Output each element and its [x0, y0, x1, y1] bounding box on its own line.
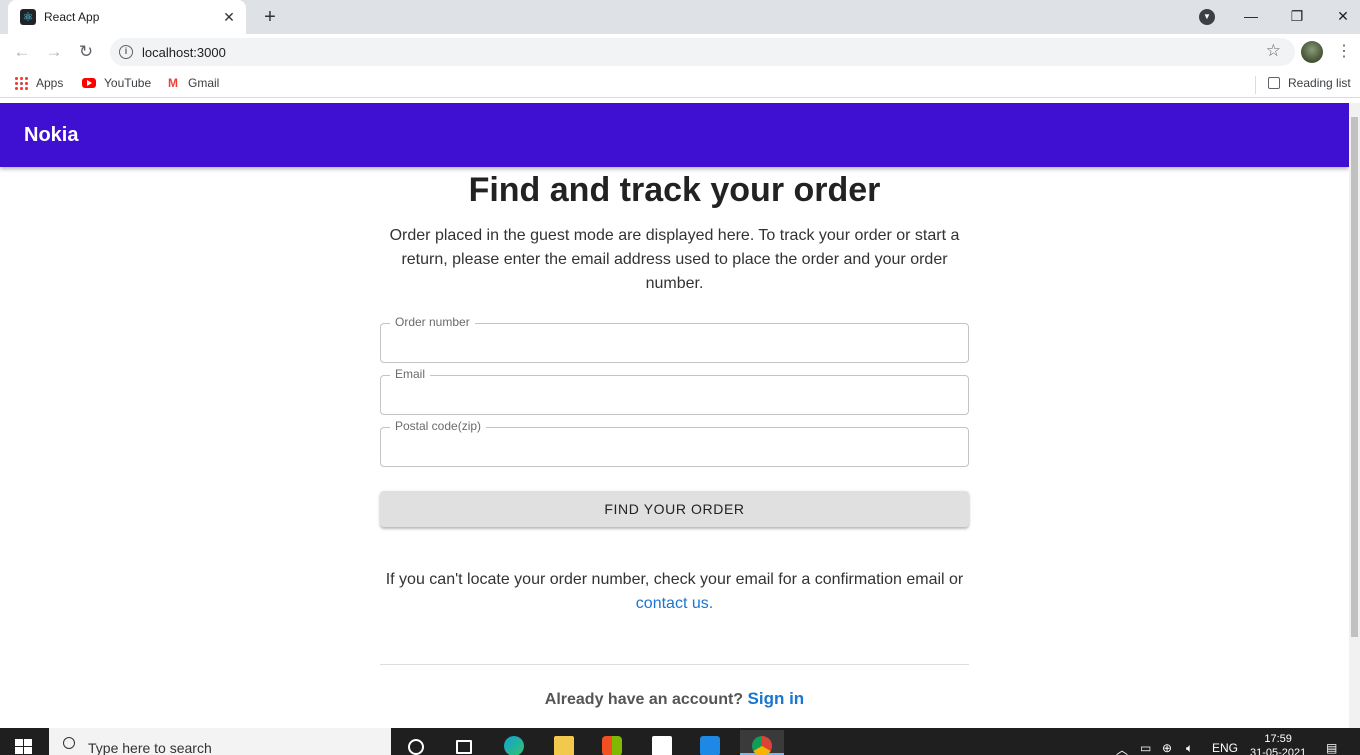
postal-code-label: Postal code(zip): [390, 419, 487, 433]
close-tab-icon[interactable]: ✕: [220, 8, 238, 26]
bookmark-star-icon[interactable]: ☆: [1266, 41, 1281, 61]
order-number-input[interactable]: [395, 334, 955, 354]
close-window-icon[interactable]: ✕: [1328, 4, 1358, 28]
brand-logo[interactable]: Nokia: [24, 124, 78, 147]
scrollbar-thumb[interactable]: [1351, 117, 1358, 637]
clock-date: 31-05-2021: [1250, 747, 1307, 755]
edge-icon[interactable]: [496, 730, 532, 755]
address-bar[interactable]: i localhost:3000 ☆: [110, 38, 1295, 66]
reading-list-icon: [1268, 77, 1280, 89]
page-description: Order placed in the guest mode are displ…: [389, 227, 960, 292]
back-arrow-icon[interactable]: ←: [10, 40, 34, 64]
taskbar-search-placeholder: Type here to search: [88, 740, 212, 755]
notifications-icon[interactable]: ▤: [1326, 741, 1337, 755]
restore-icon[interactable]: ❐: [1282, 4, 1312, 28]
email-input[interactable]: [395, 386, 955, 406]
bookmark-youtube[interactable]: YouTube: [82, 76, 151, 90]
browser-menu-icon[interactable]: ⋮: [1336, 40, 1352, 64]
forward-arrow-icon[interactable]: →: [42, 40, 66, 64]
order-number-label: Order number: [390, 315, 475, 329]
bookmark-label: Gmail: [188, 76, 220, 90]
contact-suffix: .: [708, 595, 714, 612]
account-prompt: Already have an account? Sign in: [380, 689, 969, 709]
contact-us-link[interactable]: contact us: [636, 595, 709, 612]
tab-search-icon[interactable]: ▼: [1199, 9, 1215, 25]
app-header: Nokia: [0, 103, 1349, 167]
browser-tabstrip: ⚛ React App ✕ + ▼ — ❐ ✕: [0, 0, 1360, 34]
file-explorer-icon[interactable]: [546, 730, 582, 755]
help-text: If you can't locate your order number, c…: [370, 568, 979, 616]
bookmark-label: Apps: [36, 76, 64, 90]
taskbar-clock[interactable]: 17:59 31-05-2021: [1250, 732, 1306, 755]
youtube-icon: [82, 78, 96, 88]
browser-tab-active[interactable]: ⚛ React App ✕: [8, 0, 246, 34]
reading-list-label: Reading list: [1288, 76, 1351, 90]
network-icon[interactable]: ⊕: [1162, 741, 1172, 755]
taskbar-search[interactable]: Type here to search: [49, 728, 391, 755]
account-question: Already have an account?: [544, 691, 744, 708]
apps-grid-icon: [14, 76, 28, 90]
page-viewport: Nokia Find and track your order Order pl…: [0, 103, 1360, 728]
reading-list-button[interactable]: Reading list: [1268, 76, 1351, 90]
find-order-button[interactable]: FIND YOUR ORDER: [380, 491, 969, 527]
tray-chevron-icon[interactable]: ︿: [1116, 741, 1128, 755]
browser-toolbar: ← → ↻ i localhost:3000 ☆ ⋮: [0, 34, 1360, 70]
tab-title: React App: [44, 10, 100, 24]
email-label: Email: [390, 367, 431, 381]
profile-avatar[interactable]: [1301, 41, 1323, 63]
reload-icon[interactable]: ↻: [74, 40, 98, 64]
new-tab-button[interactable]: +: [258, 6, 282, 28]
bookmark-gmail[interactable]: M Gmail: [168, 76, 219, 90]
task-view-icon[interactable]: [446, 730, 482, 755]
order-number-field[interactable]: Order number: [380, 315, 969, 363]
language-indicator[interactable]: ENG: [1212, 741, 1238, 755]
mail-icon[interactable]: [644, 730, 680, 755]
postal-code-input[interactable]: [395, 438, 955, 458]
bookmark-label: YouTube: [104, 76, 152, 90]
bookmarks-divider: [1255, 76, 1256, 94]
volume-icon[interactable]: 🔈︎: [1186, 741, 1193, 755]
page-scrollbar[interactable]: [1349, 103, 1360, 728]
url-text[interactable]: localhost:3000: [142, 45, 226, 60]
search-icon: [63, 737, 75, 749]
gmail-icon: M: [168, 76, 178, 90]
bookmarks-bar: Apps YouTube M Gmail Reading list: [0, 70, 1360, 98]
bookmark-apps[interactable]: Apps: [14, 76, 63, 90]
chrome-icon[interactable]: [740, 730, 784, 755]
windows-start-icon[interactable]: [15, 739, 33, 755]
cortana-icon[interactable]: [398, 730, 434, 755]
email-field[interactable]: Email: [380, 367, 969, 415]
battery-icon[interactable]: ▭: [1140, 741, 1151, 755]
site-info-icon[interactable]: i: [119, 45, 133, 59]
react-favicon-icon: ⚛: [20, 9, 36, 25]
divider: [380, 664, 969, 665]
sign-in-link[interactable]: Sign in: [748, 689, 805, 708]
windows-taskbar: Type here to search ︿ ▭ ⊕ 🔈︎ ENG 17:59 3…: [0, 728, 1360, 755]
help-text-body: If you can't locate your order number, c…: [385, 571, 964, 588]
postal-code-field[interactable]: Postal code(zip): [380, 419, 969, 467]
store-icon[interactable]: [594, 730, 630, 755]
page-title: Find and track your order: [468, 171, 881, 209]
vscode-icon[interactable]: [692, 730, 728, 755]
clock-time: 17:59: [1264, 733, 1292, 745]
minimize-icon[interactable]: —: [1236, 4, 1266, 28]
